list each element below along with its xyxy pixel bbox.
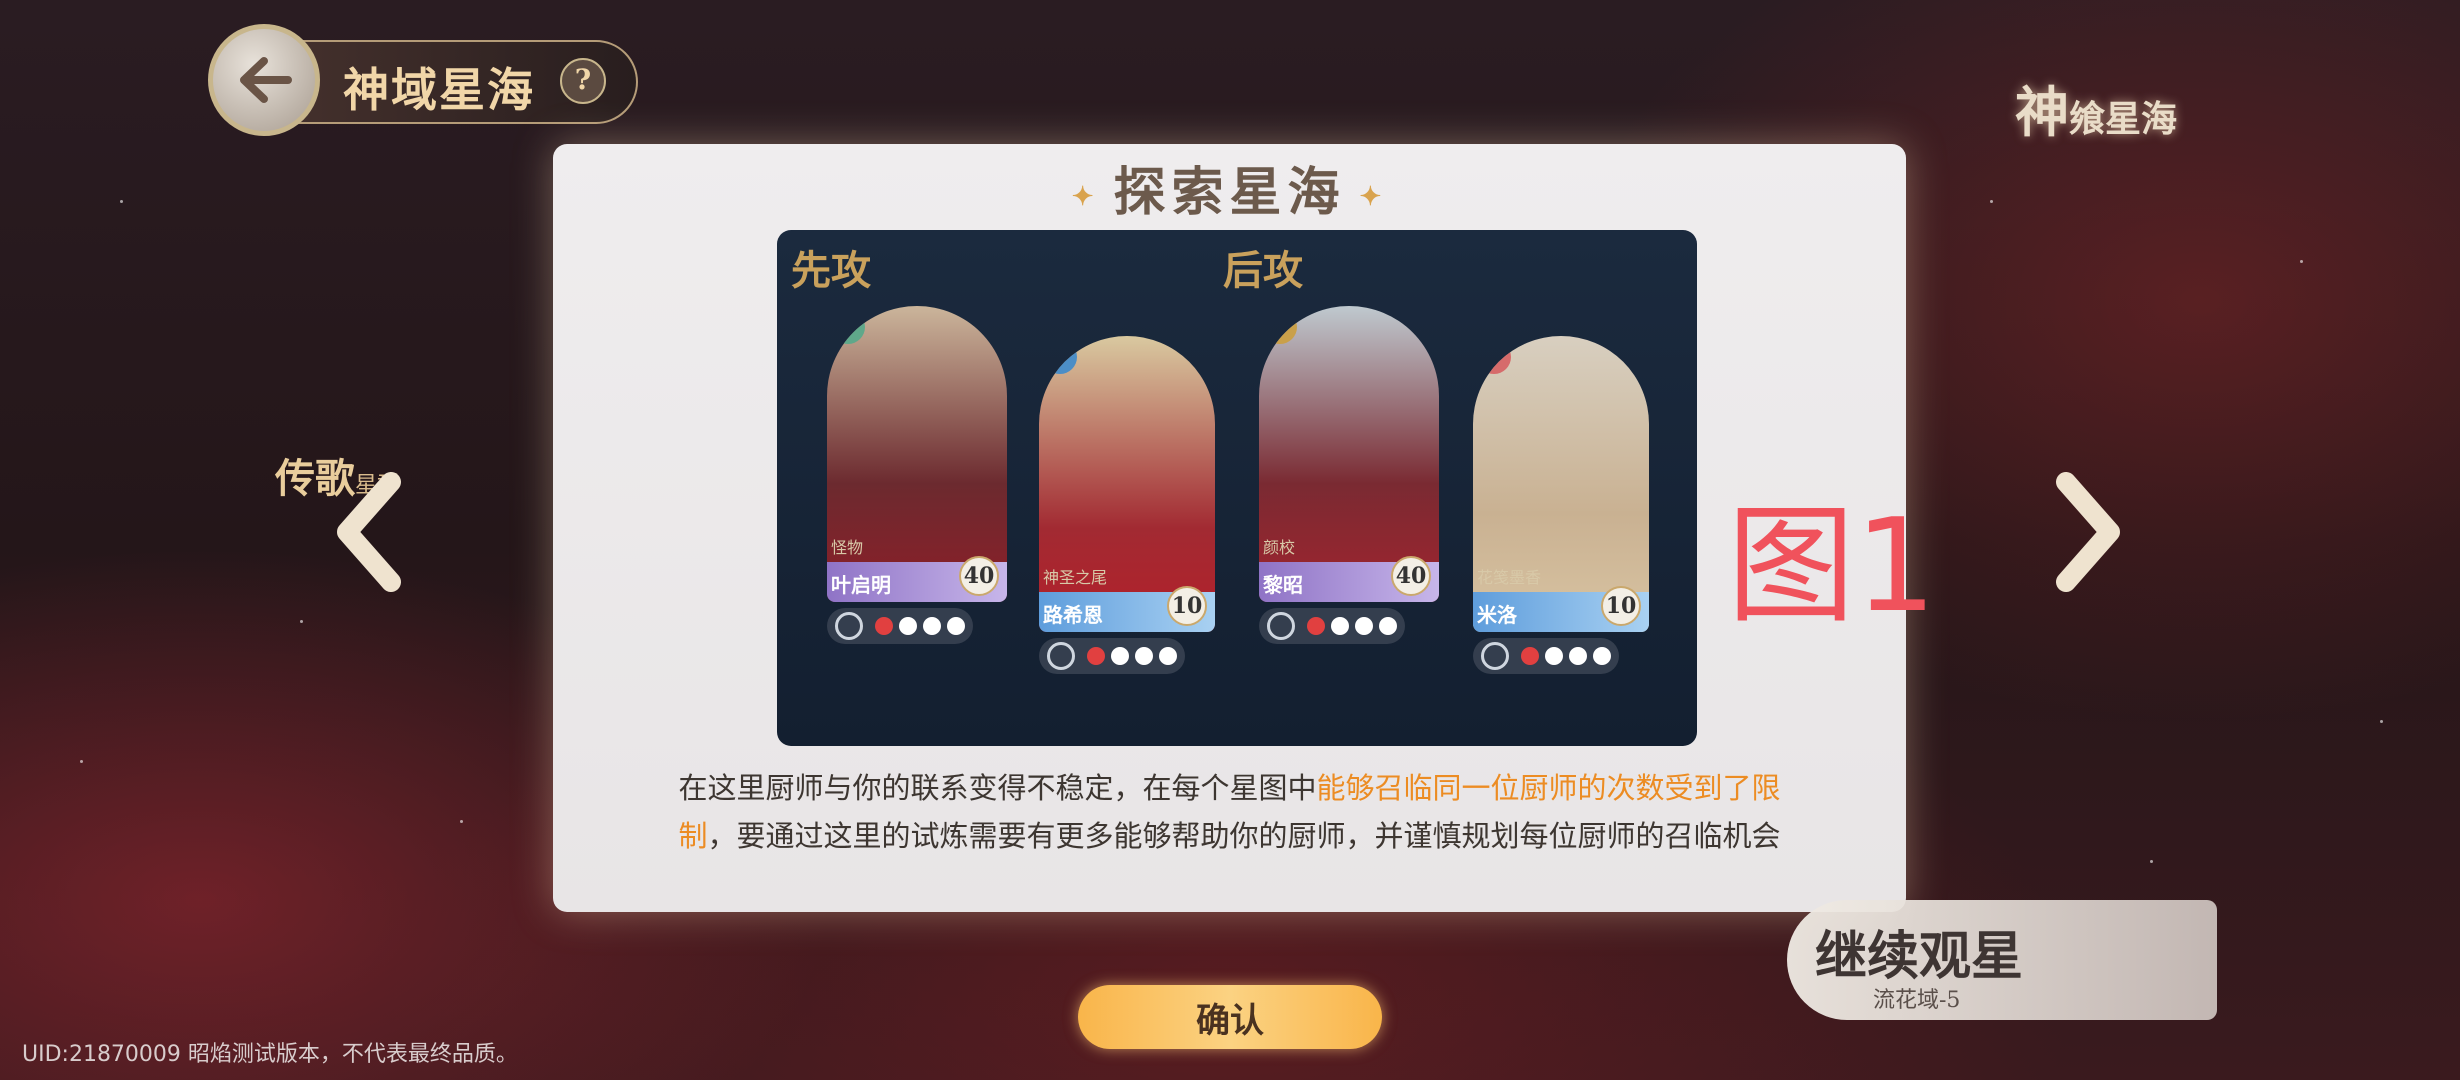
sparkle-icon: ✦	[1359, 181, 1388, 212]
uid-footer: UID:21870009 昭焰测试版本，不代表最终品质。	[22, 1042, 518, 1067]
role-badge-icon	[831, 310, 865, 344]
game-logo: 神飨星海	[2015, 68, 2177, 147]
description-part1: 在这里厨师与你的联系变得不稳定，在每个星图中	[678, 771, 1317, 805]
chef-level: 40	[1391, 556, 1431, 596]
summon-count	[827, 608, 973, 644]
summon-count	[1039, 638, 1185, 674]
dot	[1379, 617, 1397, 635]
used-dot	[1521, 647, 1539, 665]
chef-card: 怪物 叶启明 40	[827, 306, 1007, 602]
dot	[1545, 647, 1563, 665]
confirm-label: 确认	[1196, 1001, 1264, 1041]
panel-title: ✦ 探索星海 ✦	[553, 150, 1906, 225]
used-dot	[1087, 647, 1105, 665]
dot	[1593, 647, 1611, 665]
continue-stargazing-button[interactable]: 继续观星 流花域-5	[1787, 900, 2217, 1020]
chef-role: 神圣之尾	[1043, 568, 1108, 587]
figure-label: 图1	[1727, 492, 1937, 641]
back-button[interactable]	[208, 24, 320, 136]
role-badge-icon	[1263, 310, 1297, 344]
dot	[1331, 617, 1349, 635]
refresh-icon	[835, 612, 863, 640]
chef-role: 颜校	[1263, 538, 1296, 557]
section-label-second: 后攻	[1223, 247, 1303, 294]
dot	[1135, 647, 1153, 665]
chef-name: 米洛	[1477, 603, 1517, 627]
panel-title-text: 探索星海	[1113, 162, 1346, 223]
help-button[interactable]: ?	[560, 58, 606, 104]
summon-count	[1473, 638, 1619, 674]
chef-level: 10	[1601, 586, 1641, 626]
dot	[1111, 647, 1129, 665]
logo-text-small: 飨星海	[2069, 98, 2178, 140]
role-badge-icon	[1043, 340, 1077, 374]
dot	[1569, 647, 1587, 665]
used-dot	[875, 617, 893, 635]
continue-title: 继续观星	[1815, 926, 2024, 987]
dot	[899, 617, 917, 635]
chef-name: 叶启明	[831, 573, 891, 597]
used-dot	[1307, 617, 1325, 635]
tutorial-image: 先攻 后攻 怪物 叶启明 40 神圣之尾 路希恩 10 颜校 黎昭 40 花笺墨…	[777, 230, 1697, 746]
panel-description: 在这里厨师与你的联系变得不稳定，在每个星图中能够召临同一位厨师的次数受到了限制，…	[651, 764, 1808, 860]
chef-card: 神圣之尾 路希恩 10	[1039, 336, 1215, 632]
tutorial-panel: ✦ 探索星海 ✦ 先攻 后攻 怪物 叶启明 40 神圣之尾 路希恩 10 颜校 …	[553, 144, 1906, 912]
arrow-left-icon	[240, 57, 292, 103]
summon-count	[1259, 608, 1405, 644]
header-bar: 神域星海 ?	[208, 24, 638, 136]
logo-text: 神	[2015, 80, 2069, 144]
chef-level: 10	[1167, 586, 1207, 626]
chef-name: 黎昭	[1263, 573, 1303, 597]
chevron-left-icon[interactable]	[333, 472, 403, 592]
dot	[1159, 647, 1177, 665]
chef-level: 40	[959, 556, 999, 596]
continue-subtitle: 流花域-5	[1873, 988, 1961, 1013]
chef-name: 路希恩	[1043, 603, 1103, 627]
description-part2: ，要通过这里的试炼需要有更多能够帮助你的厨师，并谨慎规划每位厨师的召临机会	[707, 819, 1781, 853]
dot	[947, 617, 965, 635]
chevron-right-icon[interactable]	[2054, 472, 2124, 592]
dot	[1355, 617, 1373, 635]
role-badge-icon	[1477, 340, 1511, 374]
refresh-icon	[1047, 642, 1075, 670]
sparkle-icon: ✦	[1071, 181, 1100, 212]
confirm-button[interactable]: 确认	[1078, 985, 1382, 1049]
chef-card: 花笺墨香 米洛 10	[1473, 336, 1649, 632]
section-label-first: 先攻	[791, 247, 871, 294]
chef-role: 花笺墨香	[1477, 568, 1542, 587]
refresh-icon	[1267, 612, 1295, 640]
refresh-icon	[1481, 642, 1509, 670]
page-title: 神域星海	[343, 63, 535, 117]
chef-role: 怪物	[831, 538, 864, 557]
chef-card: 颜校 黎昭 40	[1259, 306, 1439, 602]
dot	[923, 617, 941, 635]
